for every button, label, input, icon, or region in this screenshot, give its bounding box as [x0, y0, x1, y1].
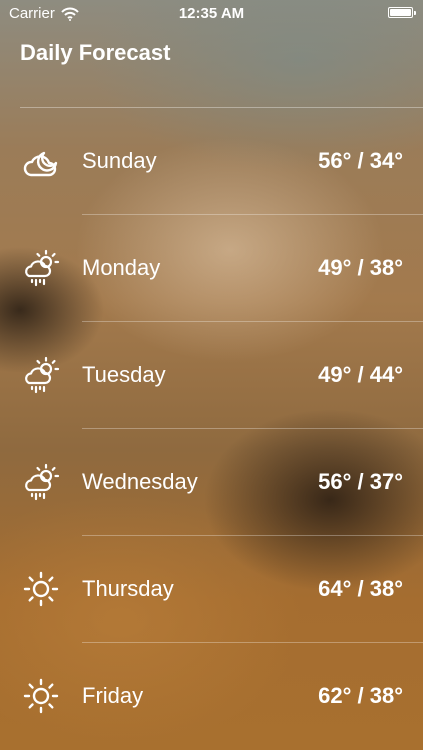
day-label: Wednesday — [82, 469, 198, 494]
battery-nub — [414, 11, 416, 15]
page-title: Daily Forecast — [20, 40, 171, 65]
rain-sun-icon — [20, 248, 64, 288]
battery-icon — [388, 7, 416, 18]
status-time: 12:35 AM — [178, 5, 245, 22]
day-label: Sunday — [82, 148, 157, 173]
forecast-row[interactable]: Sunday 56° / 34° — [0, 108, 423, 215]
temperature-range: 49° / 44° — [318, 362, 403, 387]
temperature-range: 64° / 38° — [318, 576, 403, 601]
day-label: Thursday — [82, 576, 174, 601]
battery-level-fill — [390, 9, 411, 16]
status-bar: Carrier 12:35 AM — [0, 0, 423, 28]
sun-icon — [20, 569, 64, 609]
temperature-range: 49° / 38° — [318, 255, 403, 280]
day-label: Monday — [82, 255, 161, 280]
rain-sun-icon — [20, 462, 64, 502]
forecast-list[interactable]: Sunday 56° / 34° Monday 49° / 38° Tuesda… — [0, 108, 423, 750]
forecast-row[interactable]: Thursday 64° / 38° — [0, 536, 423, 643]
forecast-row[interactable]: Monday 49° / 38° — [0, 215, 423, 322]
forecast-row[interactable]: Tuesday 49° / 44° — [0, 322, 423, 429]
rain-sun-icon — [20, 355, 64, 395]
partly-cloudy-night-icon — [20, 141, 64, 181]
day-label: Tuesday — [82, 362, 166, 387]
forecast-row[interactable]: Wednesday 56° / 37° — [0, 429, 423, 536]
sun-icon — [20, 676, 64, 716]
day-label: Friday — [82, 683, 144, 708]
temperature-range: 62° / 38° — [318, 683, 403, 708]
temperature-range: 56° / 37° — [318, 469, 403, 494]
forecast-row[interactable]: Friday 62° / 38° — [0, 643, 423, 750]
temperature-range: 56° / 34° — [318, 148, 403, 173]
